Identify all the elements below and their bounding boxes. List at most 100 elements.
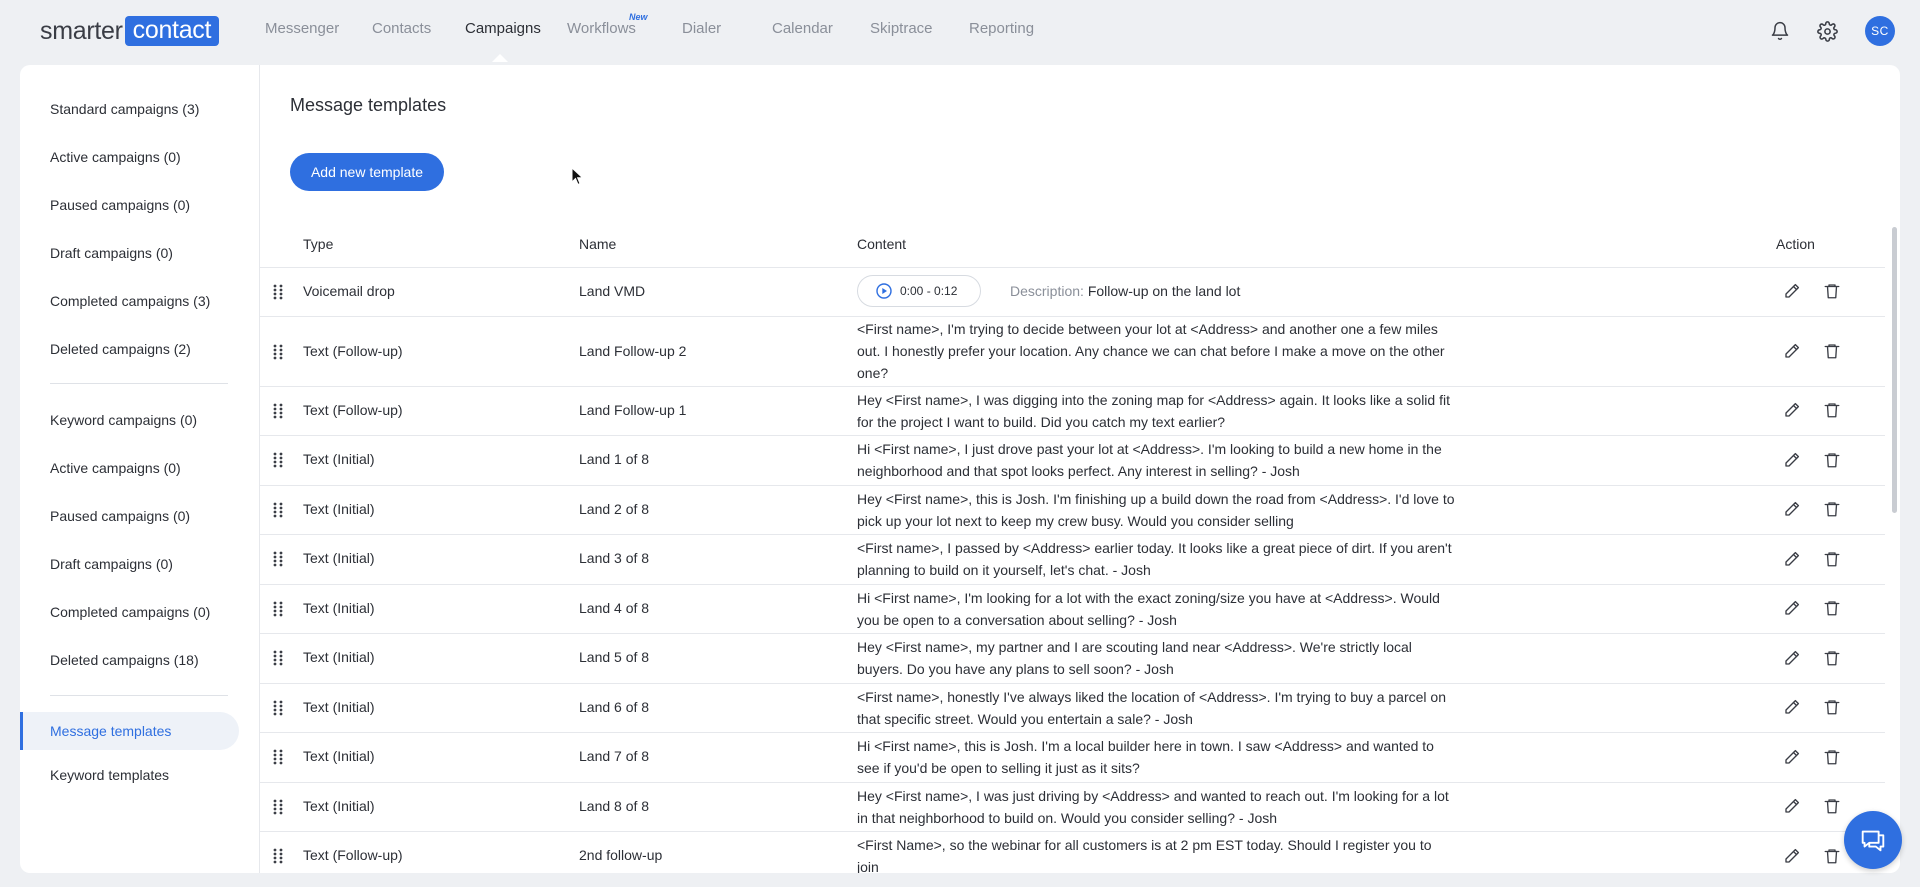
nav-calendar[interactable]: Calendar	[772, 20, 833, 37]
sidebar-item-standard-draft[interactable]: Draft campaigns (0)	[50, 245, 173, 261]
edit-icon[interactable]	[1782, 598, 1802, 618]
row-name: Land 4 of 8	[579, 600, 650, 616]
trash-icon[interactable]	[1822, 796, 1842, 816]
row-name: Land 1 of 8	[579, 451, 650, 467]
edit-icon[interactable]	[1782, 341, 1802, 361]
row-content: Hey <First name>, I was just driving by …	[857, 788, 1449, 826]
trash-icon[interactable]	[1822, 549, 1842, 569]
row-name: Land Follow-up 2	[579, 343, 687, 359]
edit-icon[interactable]	[1782, 281, 1802, 301]
edit-icon[interactable]	[1782, 549, 1802, 569]
description-label: Description:	[1010, 283, 1084, 299]
row-content: Hi <First name>, this is Josh. I'm a loc…	[857, 738, 1434, 776]
user-avatar[interactable]: SC	[1865, 16, 1895, 46]
row-content: <First name>, I passed by <Address> earl…	[857, 540, 1452, 578]
row-content: <First name>, I'm trying to decide betwe…	[857, 321, 1445, 381]
trash-icon[interactable]	[1822, 281, 1842, 301]
nav-contacts[interactable]: Contacts	[372, 20, 431, 37]
drag-handle-icon[interactable]	[272, 601, 284, 622]
play-icon[interactable]	[876, 283, 892, 299]
row-content: Hey <First name>, my partner and I are s…	[857, 639, 1412, 677]
table-row: Text (Initial) Land 5 of 8 Hey <First na…	[260, 633, 1885, 683]
table-row: Text (Initial) Land 8 of 8 Hey <First na…	[260, 782, 1885, 831]
sidebar-item-keyword-draft[interactable]: Draft campaigns (0)	[50, 556, 173, 572]
sidebar-item-keyword-paused[interactable]: Paused campaigns (0)	[50, 508, 190, 524]
bell-icon[interactable]	[1768, 19, 1792, 43]
edit-icon[interactable]	[1782, 796, 1802, 816]
sidebar-item-keyword-campaigns[interactable]: Keyword campaigns (0)	[50, 412, 197, 428]
drag-handle-icon[interactable]	[272, 284, 284, 305]
sidebar-item-standard-campaigns[interactable]: Standard campaigns (3)	[50, 101, 199, 117]
sidebar-item-standard-completed[interactable]: Completed campaigns (3)	[50, 293, 210, 309]
edit-icon[interactable]	[1782, 697, 1802, 717]
row-content: <First Name>, so the webinar for all cus…	[857, 837, 1432, 873]
active-nav-indicator	[492, 54, 508, 62]
drag-handle-icon[interactable]	[272, 848, 284, 869]
sidebar-item-standard-deleted[interactable]: Deleted campaigns (2)	[50, 341, 191, 357]
nav-campaigns[interactable]: Campaigns	[465, 20, 541, 37]
gear-icon[interactable]	[1815, 19, 1839, 43]
drag-handle-icon[interactable]	[272, 749, 284, 770]
drag-handle-icon[interactable]	[272, 452, 284, 473]
row-type: Text (Follow-up)	[303, 343, 403, 359]
trash-icon[interactable]	[1822, 341, 1842, 361]
trash-icon[interactable]	[1822, 450, 1842, 470]
brand-logo[interactable]: smarter contact	[40, 16, 220, 46]
edit-icon[interactable]	[1782, 400, 1802, 420]
mouse-cursor-icon	[571, 167, 584, 186]
trash-icon[interactable]	[1822, 747, 1842, 767]
nav-workflows[interactable]: Workflows	[567, 20, 636, 37]
nav-messenger[interactable]: Messenger	[265, 20, 339, 37]
campaigns-sidebar: Standard campaigns (3) Active campaigns …	[20, 65, 260, 873]
column-header-action: Action	[1776, 236, 1815, 252]
table-row: Text (Follow-up) Land Follow-up 2 <First…	[260, 316, 1885, 386]
edit-icon[interactable]	[1782, 846, 1802, 866]
sidebar-item-standard-paused[interactable]: Paused campaigns (0)	[50, 197, 190, 213]
sidebar-item-keyword-templates[interactable]: Keyword templates	[50, 767, 169, 783]
drag-handle-icon[interactable]	[272, 551, 284, 572]
audio-player[interactable]: 0:00 - 0:12	[857, 275, 981, 307]
edit-icon[interactable]	[1782, 747, 1802, 767]
sidebar-item-keyword-deleted[interactable]: Deleted campaigns (18)	[50, 652, 199, 668]
trash-icon[interactable]	[1822, 499, 1842, 519]
chat-support-button[interactable]	[1844, 811, 1902, 869]
nav-dialer[interactable]: Dialer	[682, 20, 721, 37]
sidebar-active-indicator	[20, 712, 23, 750]
sidebar-item-standard-active[interactable]: Active campaigns (0)	[50, 149, 181, 165]
table-scrollbar[interactable]	[1892, 227, 1897, 513]
drag-handle-icon[interactable]	[272, 344, 284, 365]
drag-handle-icon[interactable]	[272, 700, 284, 721]
row-type: Text (Initial)	[303, 649, 375, 665]
row-name: 2nd follow-up	[579, 847, 663, 863]
row-content: <First name>, honestly I've always liked…	[857, 689, 1446, 727]
edit-icon[interactable]	[1782, 450, 1802, 470]
trash-icon[interactable]	[1822, 697, 1842, 717]
edit-icon[interactable]	[1782, 648, 1802, 668]
table-row: Text (Initial) Land 2 of 8 Hey <First na…	[260, 485, 1885, 534]
nav-reporting[interactable]: Reporting	[969, 20, 1034, 37]
drag-handle-icon[interactable]	[272, 502, 284, 523]
row-name: Land 6 of 8	[579, 699, 650, 715]
sidebar-item-message-templates[interactable]: Message templates	[50, 723, 171, 739]
nav-skiptrace[interactable]: Skiptrace	[870, 20, 933, 37]
sidebar-item-keyword-completed[interactable]: Completed campaigns (0)	[50, 604, 210, 620]
sidebar-item-keyword-active[interactable]: Active campaigns (0)	[50, 460, 181, 476]
add-new-template-button[interactable]: Add new template	[290, 153, 444, 191]
drag-handle-icon[interactable]	[272, 650, 284, 671]
row-type: Text (Initial)	[303, 798, 375, 814]
row-type: Text (Initial)	[303, 451, 375, 467]
brand-logo-badge: contact	[124, 16, 220, 46]
drag-handle-icon[interactable]	[272, 799, 284, 820]
trash-icon[interactable]	[1822, 598, 1842, 618]
trash-icon[interactable]	[1822, 648, 1842, 668]
row-name: Land 3 of 8	[579, 550, 650, 566]
row-name: Land VMD	[579, 283, 646, 299]
row-type: Text (Initial)	[303, 748, 375, 764]
sidebar-divider	[50, 695, 228, 696]
trash-icon[interactable]	[1822, 846, 1842, 866]
column-header-type: Type	[303, 236, 334, 252]
trash-icon[interactable]	[1822, 400, 1842, 420]
row-type: Text (Initial)	[303, 600, 375, 616]
edit-icon[interactable]	[1782, 499, 1802, 519]
drag-handle-icon[interactable]	[272, 403, 284, 424]
